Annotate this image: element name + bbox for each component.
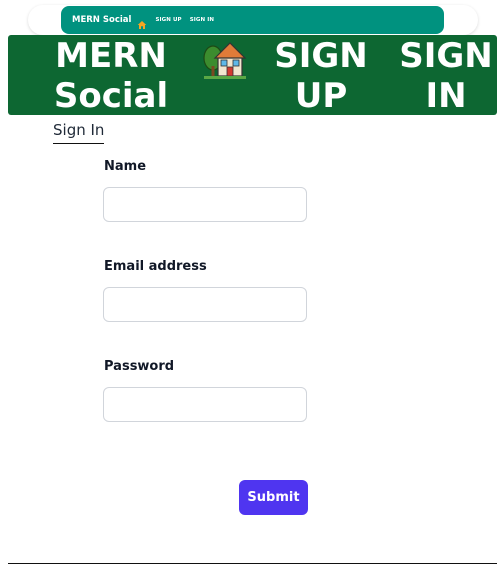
topbar-signin-link[interactable]: SIGN IN bbox=[190, 17, 214, 23]
bottom-divider bbox=[8, 563, 497, 564]
nav-signin-line1: SIGN bbox=[399, 36, 493, 76]
tab-sign-in[interactable]: Sign In bbox=[53, 120, 105, 144]
nav-brand-line1: MERN bbox=[55, 36, 167, 76]
home-icon[interactable] bbox=[137, 15, 147, 29]
nav-signup-line1: SIGN bbox=[274, 36, 368, 76]
house-with-garden-icon[interactable] bbox=[202, 36, 248, 80]
name-label: Name bbox=[104, 159, 147, 174]
top-app-bar: MERN Social SIGN UP SIGN IN bbox=[61, 6, 444, 34]
name-field[interactable] bbox=[103, 187, 307, 222]
nav-signin-link[interactable]: SIGN IN bbox=[394, 36, 498, 116]
topbar-brand[interactable]: MERN Social bbox=[72, 15, 131, 25]
nav-signup-line2: UP bbox=[294, 76, 348, 116]
nav-brand[interactable]: MERN Social bbox=[51, 36, 171, 116]
password-field[interactable] bbox=[103, 387, 307, 422]
nav-signin-line2: IN bbox=[425, 76, 467, 116]
page: MERN Social SIGN UP SIGN IN MERN Social bbox=[0, 0, 501, 580]
email-field[interactable] bbox=[103, 287, 307, 322]
submit-button[interactable]: Submit bbox=[239, 480, 308, 515]
main-nav-bar: MERN Social SIGN UP SIGN IN bbox=[8, 35, 498, 116]
email-label: Email address bbox=[104, 259, 207, 274]
password-label: Password bbox=[104, 359, 175, 374]
nav-brand-line2: Social bbox=[53, 76, 169, 116]
nav-signup-link[interactable]: SIGN UP bbox=[266, 36, 376, 116]
topbar-signup-link[interactable]: SIGN UP bbox=[155, 17, 181, 23]
